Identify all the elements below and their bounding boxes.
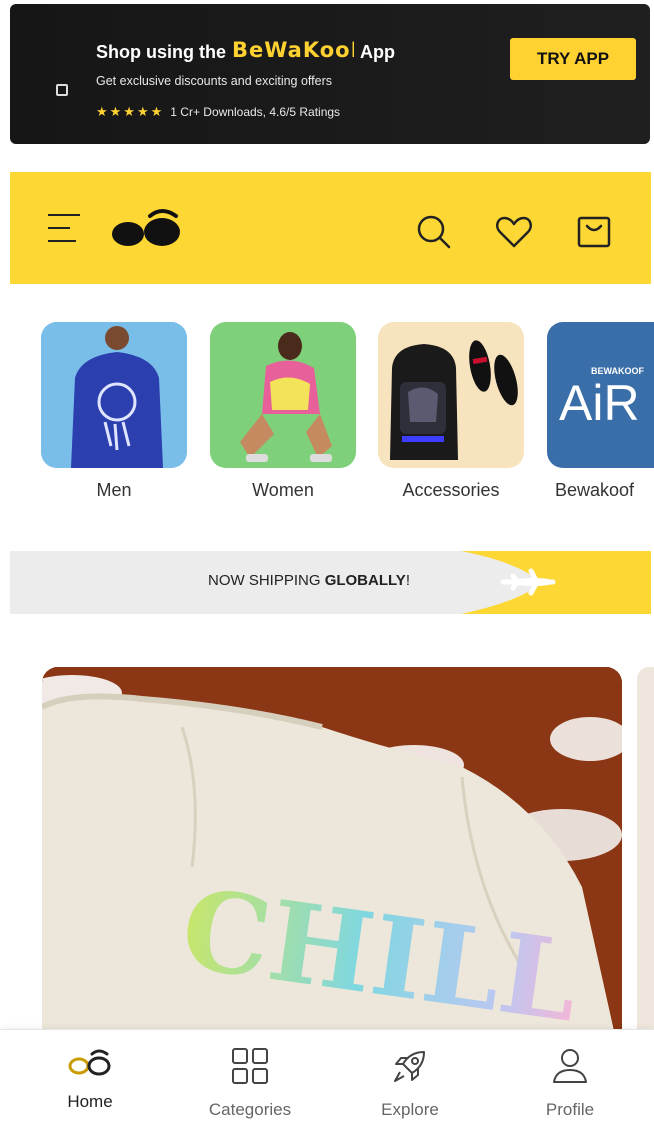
bewakoof-logo[interactable] bbox=[110, 208, 186, 250]
hero-banner[interactable]: CHILL bbox=[42, 667, 622, 1067]
shipping-text: NOW SHIPPING GLOBALLY! bbox=[208, 572, 410, 589]
bag-icon[interactable] bbox=[574, 212, 614, 252]
nav-categories[interactable]: Categories bbox=[195, 1046, 305, 1120]
svg-text:BeWaKooF: BeWaKooF bbox=[232, 38, 354, 60]
category-label: Bewakoof bbox=[555, 480, 635, 500]
categories-grid-icon bbox=[232, 1048, 268, 1084]
brand-wordmark: BeWaKooF bbox=[232, 38, 365, 66]
nav-label: Explore bbox=[381, 1100, 439, 1119]
nav-profile[interactable]: Profile bbox=[515, 1046, 625, 1120]
rocket-icon bbox=[394, 1051, 425, 1082]
try-app-button[interactable]: TRY APP bbox=[510, 38, 636, 80]
site-header bbox=[10, 172, 651, 284]
category-label: Women bbox=[252, 480, 314, 500]
category-bewakoof-image: BEWAKOOF AiR bbox=[547, 322, 654, 468]
category-accessories-image bbox=[378, 322, 524, 468]
next-hero-slide[interactable] bbox=[637, 667, 654, 1067]
category-women[interactable]: Women bbox=[210, 322, 356, 501]
category-bewakoof-air[interactable]: BEWAKOOF AiR Bewakoof bbox=[547, 322, 654, 501]
airplane-icon bbox=[461, 551, 651, 614]
category-men[interactable]: Men bbox=[41, 322, 187, 501]
banner-subtitle: Get exclusive discounts and exciting off… bbox=[96, 74, 333, 88]
hero-image: CHILL bbox=[42, 667, 622, 1067]
nav-label: Profile bbox=[545, 1100, 595, 1119]
category-accessories[interactable]: Accessories bbox=[378, 322, 524, 501]
home-logo-icon bbox=[68, 1049, 111, 1076]
category-label: Men bbox=[96, 480, 132, 500]
menu-icon[interactable] bbox=[48, 214, 80, 242]
category-women-image bbox=[210, 322, 356, 468]
banner-headline: Shop using the BeWaKooF App bbox=[96, 38, 395, 66]
category-label: Accessories bbox=[402, 480, 500, 500]
search-icon[interactable] bbox=[414, 212, 454, 252]
close-banner-icon[interactable] bbox=[56, 84, 68, 96]
svg-text:AiR: AiR bbox=[559, 375, 640, 431]
shipping-globally-banner[interactable]: NOW SHIPPING GLOBALLY! bbox=[10, 551, 651, 614]
app-download-banner: Shop using the BeWaKooF App Get exclusiv… bbox=[10, 4, 650, 144]
nav-label: Categories bbox=[208, 1100, 292, 1119]
banner-rating: ★★★★★ 1 Cr+ Downloads, 4.6/5 Ratings bbox=[96, 104, 341, 119]
bewakoof-wordmark-icon: BeWaKooF bbox=[232, 38, 365, 62]
nav-label: Home bbox=[67, 1092, 113, 1111]
profile-icon bbox=[553, 1049, 587, 1083]
nav-home[interactable]: Home bbox=[35, 1046, 145, 1112]
bottom-navigation: Home Categories Explore Profile bbox=[0, 1029, 654, 1124]
category-men-image bbox=[41, 322, 187, 468]
nav-explore[interactable]: Explore bbox=[355, 1046, 465, 1120]
category-carousel: Men Women Accessories BEWAKOOF AiR Bewak… bbox=[0, 322, 654, 512]
rating-stars-icon: ★★★★★ bbox=[96, 104, 165, 119]
wishlist-heart-icon[interactable] bbox=[494, 212, 534, 252]
